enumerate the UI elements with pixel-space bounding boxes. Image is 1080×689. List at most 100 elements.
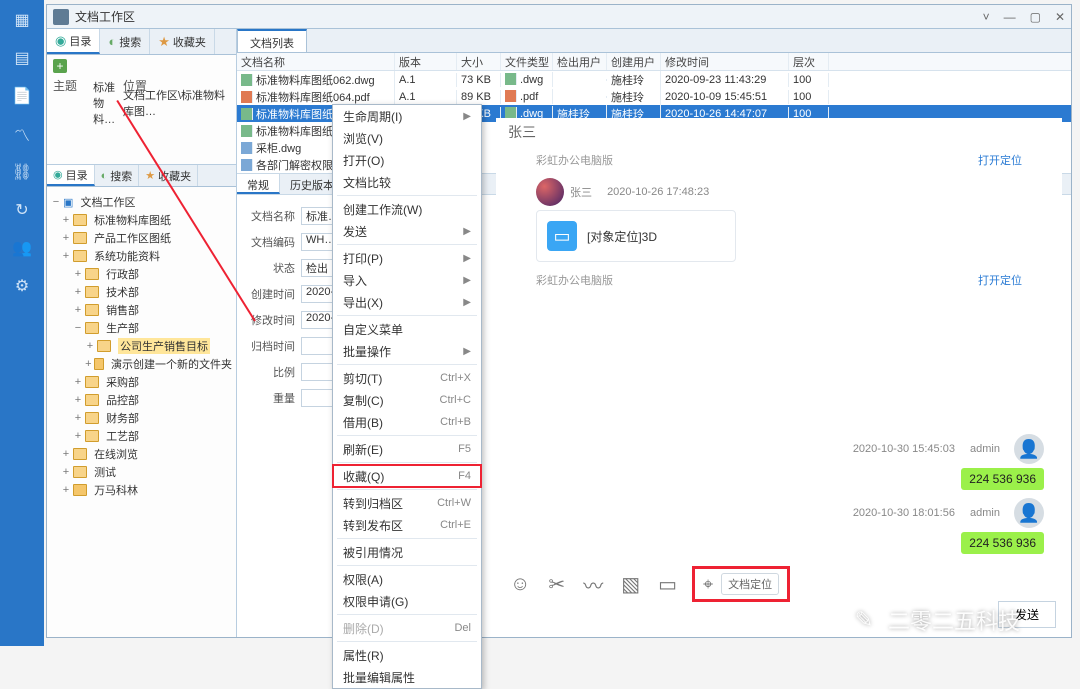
context-menu: 生命周期(I)▶浏览(V)打开(O)文档比较创建工作流(W)发送▶打印(P)▶导…: [332, 104, 482, 689]
filelist-tab[interactable]: 文档列表: [237, 29, 307, 52]
folder-tree: −▣ 文档工作区 + 标准物料库图纸+ 产品工作区图纸+ 系统功能资料+ 行政部…: [47, 187, 236, 637]
col-checkout[interactable]: 检出用户: [553, 53, 607, 70]
tree-node[interactable]: + 万马科林: [51, 481, 232, 499]
tree-node[interactable]: + 财务部: [51, 409, 232, 427]
clip-icon[interactable]: 〰: [583, 570, 603, 599]
menu-item[interactable]: 转到归档区Ctrl+W: [333, 492, 481, 514]
tree-node[interactable]: + 演示创建一个新的文件夹: [51, 355, 232, 373]
window-close-icon[interactable]: ✕: [1055, 10, 1065, 24]
msg-user: 张三: [570, 184, 592, 200]
tab2-search[interactable]: ◐搜索: [95, 165, 140, 186]
chat-sys-src: 彩虹办公电脑版: [536, 152, 613, 168]
menu-item[interactable]: 批量编辑属性: [333, 666, 481, 688]
ptab-general[interactable]: 常规: [237, 174, 280, 194]
chat-bubble: 224 536 936: [961, 468, 1044, 490]
tree-node[interactable]: + 标准物料库图纸: [51, 211, 232, 229]
chat-panel: 张三 彩虹办公电脑版 打开定位 张三 2020-10-26 17:48:23 ▭…: [496, 118, 1062, 610]
cut-icon[interactable]: ✂: [548, 572, 565, 597]
rail-home-icon[interactable]: ▦: [10, 8, 34, 32]
tree-node[interactable]: − 生产部: [51, 319, 232, 337]
menu-item[interactable]: 被引用情况: [333, 541, 481, 563]
tree-node[interactable]: + 测试: [51, 463, 232, 481]
col-size[interactable]: 大小: [457, 53, 501, 70]
watermark-icon: ✎: [850, 606, 878, 634]
chat-toolbar: ☺ ✂ 〰 ▧ ▭ ⌖ 文档定位: [496, 558, 1062, 610]
shortcut-row[interactable]: 标准物料… 文档工作区\标准物料库图…: [47, 93, 236, 113]
tab2-catalog[interactable]: ◉目录: [47, 165, 95, 186]
col-time[interactable]: 修改时间: [661, 53, 789, 70]
menu-item[interactable]: 创建工作流(W): [333, 198, 481, 220]
col-ver[interactable]: 版本: [395, 53, 457, 70]
card-text: [对象定位]3D: [587, 228, 657, 245]
rail-doc-icon[interactable]: 📄: [10, 84, 34, 108]
menu-item[interactable]: 自定义菜单: [333, 318, 481, 340]
tree-node[interactable]: + 在线浏览: [51, 445, 232, 463]
tree-node[interactable]: + 公司生产销售目标: [51, 337, 232, 355]
window-maximize-icon[interactable]: ▢: [1030, 10, 1041, 24]
menu-item[interactable]: 属性(R): [333, 644, 481, 666]
menu-item[interactable]: 剪切(T)Ctrl+X: [333, 367, 481, 389]
rail-gear-icon[interactable]: ⚙: [10, 274, 34, 298]
tab-search[interactable]: ◐搜索: [100, 29, 150, 54]
tree-node[interactable]: + 工艺部: [51, 427, 232, 445]
rail-refresh-icon[interactable]: ↻: [10, 198, 34, 222]
rail-page-icon[interactable]: ▤: [10, 46, 34, 70]
menu-item[interactable]: 刷新(E)F5: [333, 438, 481, 460]
menu-item[interactable]: 导入▶: [333, 269, 481, 291]
tab-favorites[interactable]: ★收藏夹: [150, 29, 215, 54]
object-card[interactable]: ▭ [对象定位]3D: [536, 210, 736, 262]
avatar-icon: 👤: [1014, 434, 1044, 464]
open-locate-link2[interactable]: 打开定位: [978, 272, 1022, 288]
menu-item[interactable]: 批量操作▶: [333, 340, 481, 362]
rail-setting-icon[interactable]: ⛓: [10, 160, 34, 184]
menu-item[interactable]: 打印(P)▶: [333, 247, 481, 269]
menu-item[interactable]: 导出(X)▶: [333, 291, 481, 313]
tree-node[interactable]: + 销售部: [51, 301, 232, 319]
tab-catalog[interactable]: ◉目录: [47, 29, 100, 54]
tree-node[interactable]: + 系统功能资料: [51, 247, 232, 265]
menu-item[interactable]: 转到发布区Ctrl+E: [333, 514, 481, 536]
left-tabs: ◉目录 ◐搜索 ★收藏夹: [47, 29, 236, 55]
menu-item[interactable]: 文档比较: [333, 171, 481, 193]
menu-item[interactable]: 权限申请(G): [333, 590, 481, 612]
avatar-icon: 👤: [1014, 498, 1044, 528]
menu-item[interactable]: 借用(B)Ctrl+B: [333, 411, 481, 433]
menu-item[interactable]: 发送▶: [333, 220, 481, 242]
rail-chart-icon[interactable]: 〽: [10, 122, 34, 146]
locate-icon[interactable]: ⌖: [703, 574, 713, 595]
file-locate-chip[interactable]: 文档定位: [721, 573, 779, 595]
menu-item[interactable]: 复制(C)Ctrl+C: [333, 389, 481, 411]
open-locate-link[interactable]: 打开定位: [978, 152, 1022, 168]
menu-item[interactable]: 权限(A): [333, 568, 481, 590]
file-row[interactable]: 标准物料库图纸062.dwgA.173 KB.dwg施桂玲2020-09-23 …: [237, 71, 1071, 88]
watermark: ✎ 二零二五科技: [850, 604, 1020, 636]
file-row[interactable]: 标准物料库图纸064.pdfA.189 KB.pdf施桂玲2020-10-09 …: [237, 88, 1071, 105]
col-count[interactable]: 层次: [789, 53, 829, 70]
left-tabs-2: ◉目录 ◐搜索 ★收藏夹: [47, 165, 236, 187]
folder-icon: ▭: [547, 221, 577, 251]
add-button[interactable]: +: [53, 59, 67, 73]
tree-node[interactable]: + 品控部: [51, 391, 232, 409]
col-name[interactable]: 文档名称: [237, 53, 395, 70]
titlebar: 文档工作区 ˅ — ▢ ✕: [47, 5, 1071, 29]
window-minimize-icon[interactable]: —: [1004, 10, 1016, 24]
folder-toolbar-icon[interactable]: ▭: [658, 572, 677, 597]
menu-item[interactable]: 收藏(Q)F4: [333, 465, 481, 487]
menu-item[interactable]: 打开(O): [333, 149, 481, 171]
msg-time: 2020-10-26 17:48:23: [607, 186, 709, 198]
image-icon[interactable]: ▧: [621, 572, 640, 597]
menu-item[interactable]: 浏览(V): [333, 127, 481, 149]
emoji-icon[interactable]: ☺: [510, 573, 530, 596]
tree-node[interactable]: + 技术部: [51, 283, 232, 301]
chat-sys-src2: 彩虹办公电脑版: [536, 272, 613, 288]
menu-item: 删除(D)Del: [333, 617, 481, 639]
tree-root[interactable]: −▣ 文档工作区: [51, 193, 232, 211]
tree-node[interactable]: + 采购部: [51, 373, 232, 391]
col-creator[interactable]: 创建用户: [607, 53, 661, 70]
col-type[interactable]: 文件类型: [501, 53, 553, 70]
window-dropdown-icon[interactable]: ˅: [983, 10, 990, 24]
tree-node[interactable]: + 行政部: [51, 265, 232, 283]
left-rail: ▦ ▤ 📄 〽 ⛓ ↻ 👥 ⚙: [0, 0, 44, 646]
rail-users-icon[interactable]: 👥: [10, 236, 34, 260]
menu-item[interactable]: 生命周期(I)▶: [333, 105, 481, 127]
